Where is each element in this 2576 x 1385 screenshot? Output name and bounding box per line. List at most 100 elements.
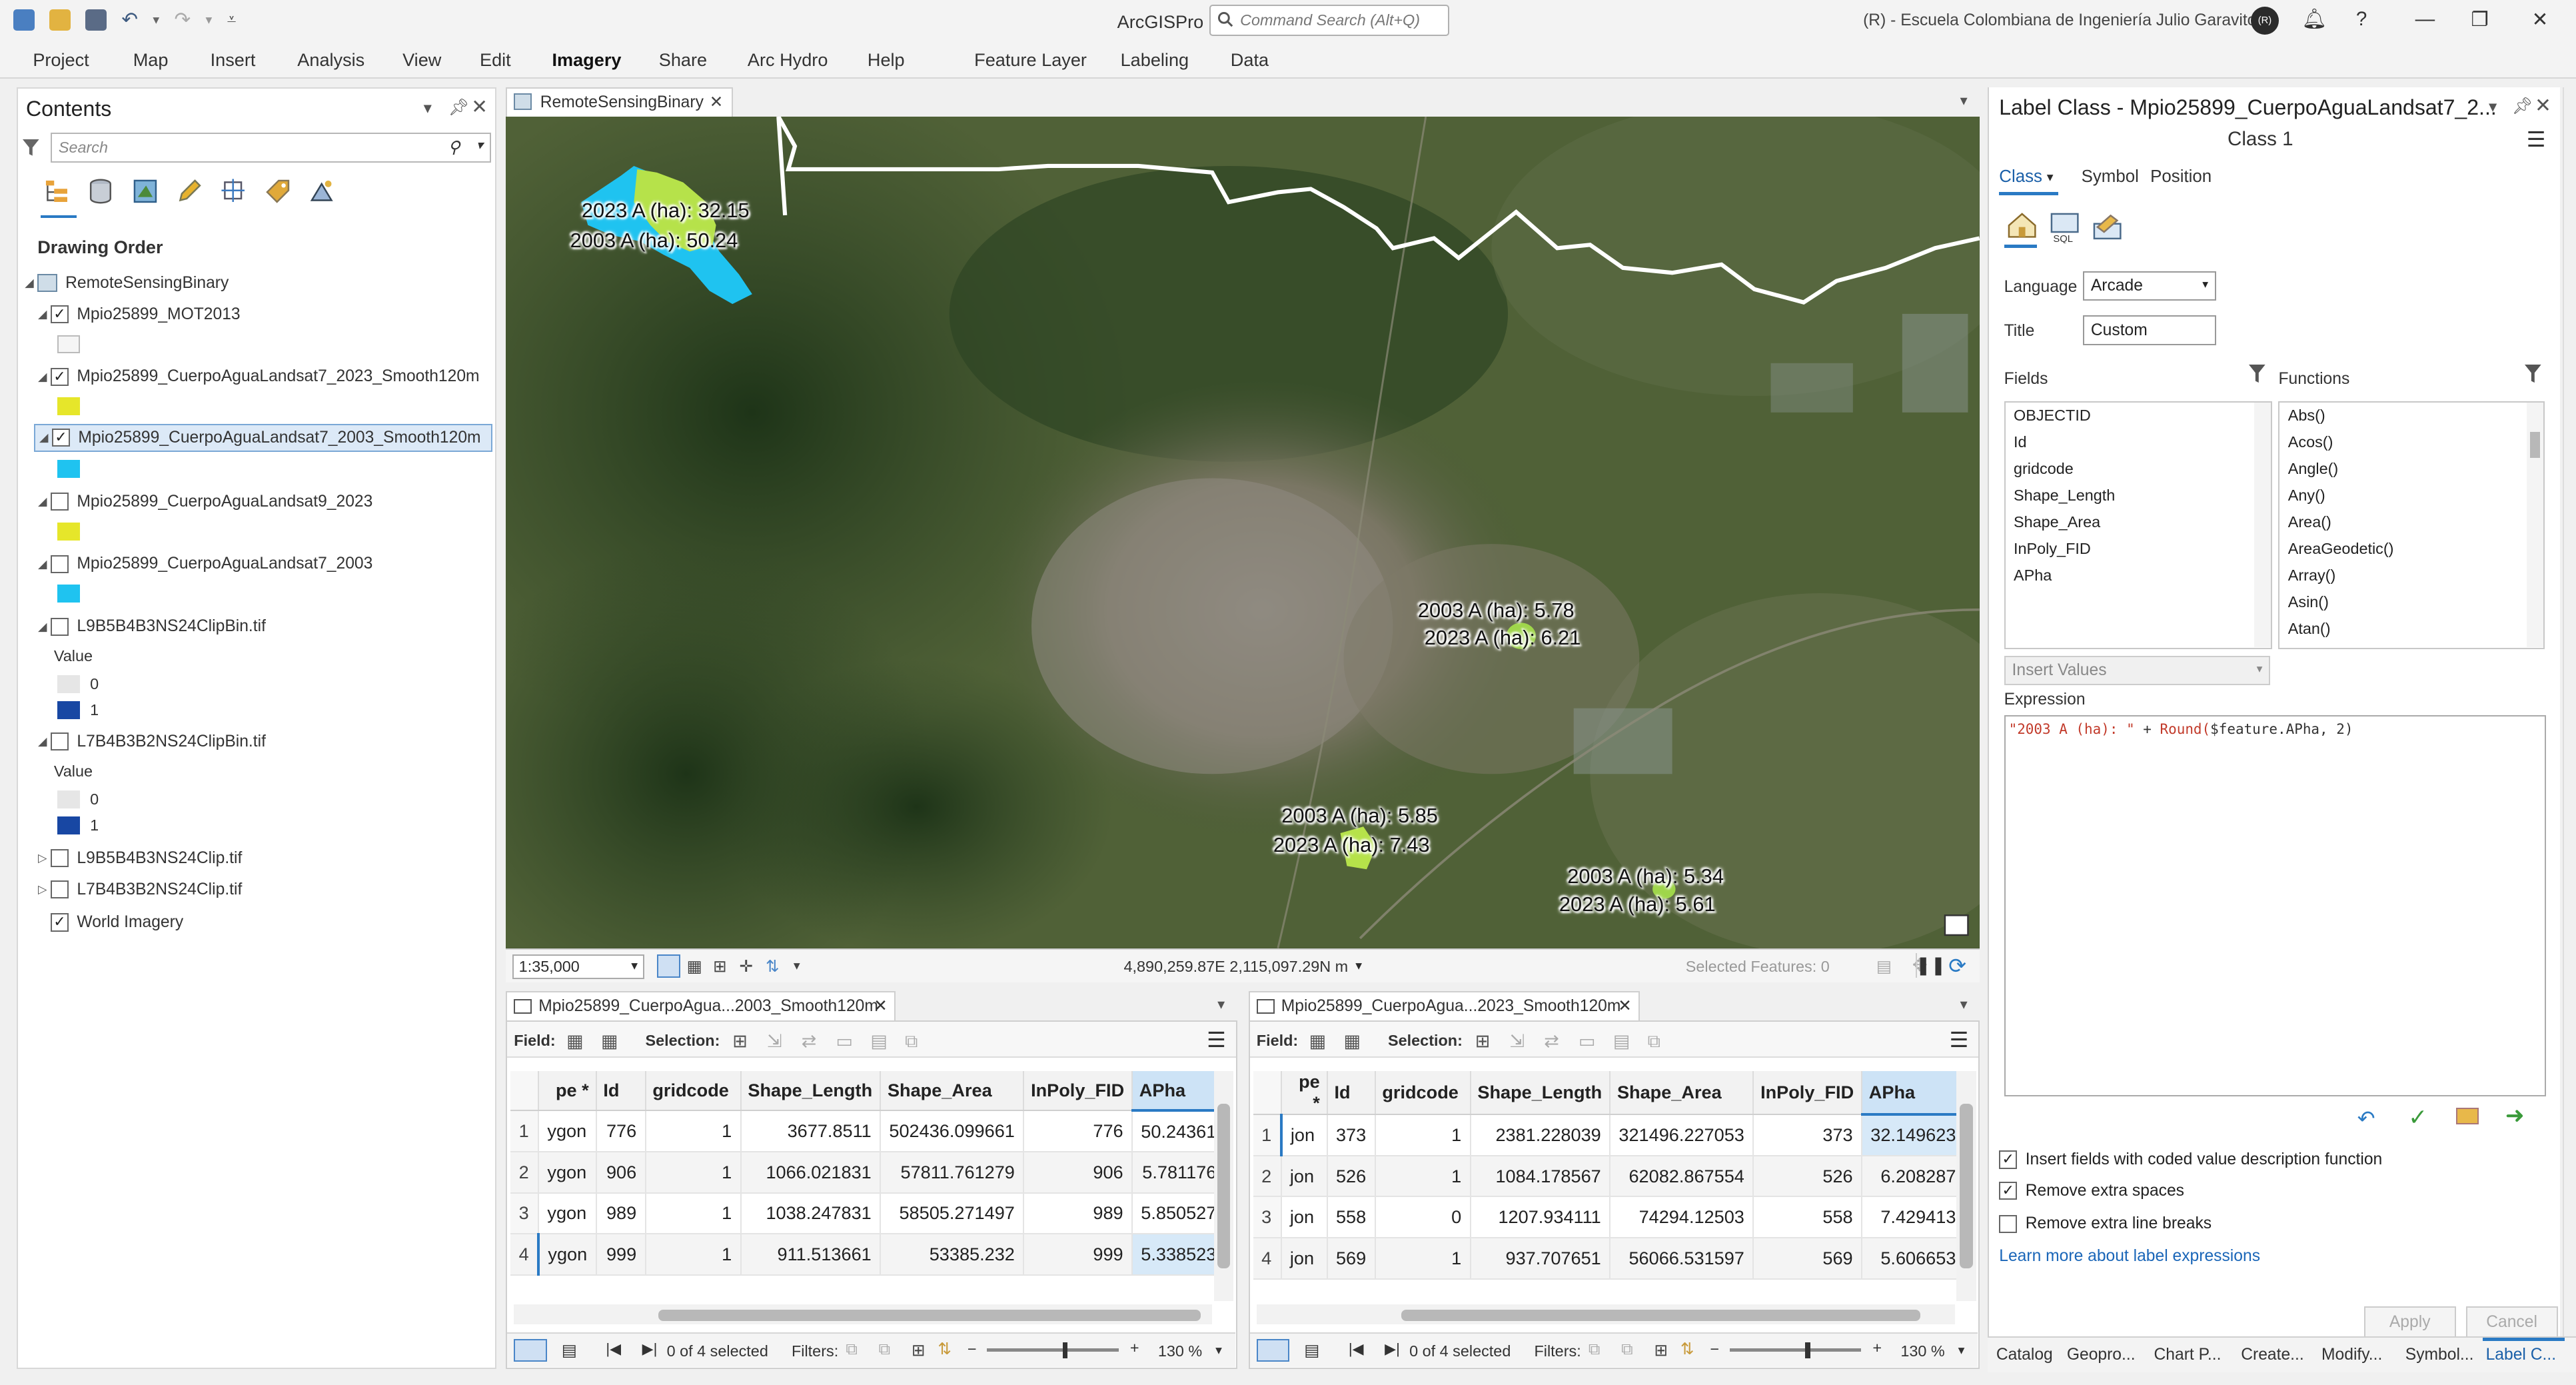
cell-gridcode[interactable]: 1: [645, 1151, 742, 1194]
scale-selector[interactable]: 1:35,000 ▾: [512, 954, 644, 980]
table-menu-icon[interactable]: ☰: [1207, 1027, 1226, 1052]
expand-caret-icon[interactable]: ◢: [34, 734, 51, 748]
close-tab-icon[interactable]: ✕: [874, 996, 888, 1016]
scrollbar-thumb[interactable]: [1960, 1104, 1973, 1269]
layer-row[interactable]: ▷ L9B5B4B3NS24Clip.tif: [34, 844, 242, 872]
cell-inpoly-fid[interactable]: 776: [1023, 1110, 1133, 1152]
list-item-function[interactable]: Array(): [2279, 562, 2543, 589]
tab-modify-features[interactable]: Modify...: [2321, 1346, 2382, 1364]
list-by-drawing-order-icon[interactable]: [43, 177, 71, 205]
cell-gridcode[interactable]: 1: [645, 1110, 742, 1152]
undo-dropdown-icon[interactable]: ▾: [153, 12, 159, 28]
next-record-icon[interactable]: ▶|: [642, 1340, 658, 1358]
cell-id[interactable]: 526: [1327, 1155, 1376, 1198]
column-header-inpoly-fid[interactable]: InPoly_FID: [1753, 1071, 1862, 1116]
cell-gridcode[interactable]: 0: [1375, 1196, 1471, 1239]
scrollbar-thumb[interactable]: [1401, 1309, 1920, 1321]
tab-map[interactable]: Map: [133, 49, 169, 71]
cell-shape-area[interactable]: 74294.12503: [1610, 1196, 1754, 1239]
list-by-labeling-icon[interactable]: [264, 177, 292, 205]
row-number[interactable]: 4: [1253, 1238, 1282, 1280]
pane-options-icon[interactable]: ▾: [2489, 97, 2497, 117]
row-number[interactable]: 1: [1253, 1114, 1283, 1156]
cell-shape-length[interactable]: 937.707651: [1470, 1238, 1611, 1280]
tab-create-features[interactable]: Create...: [2241, 1346, 2304, 1364]
minimize-icon[interactable]: —: [2415, 8, 2435, 31]
close-tab-icon[interactable]: ✕: [1618, 996, 1632, 1016]
first-record-icon[interactable]: |◀: [1349, 1340, 1364, 1358]
pin-icon[interactable]: 📌︎: [448, 98, 469, 117]
fixed-zoom-icon[interactable]: [657, 954, 680, 978]
label-class-home-icon[interactable]: [2006, 211, 2038, 240]
tab-symbology[interactable]: Symbol...: [2405, 1346, 2474, 1364]
list-item-function[interactable]: Acos(): [2279, 429, 2543, 456]
layer-visibility-checkbox[interactable]: [50, 732, 69, 751]
layer-visibility-checkbox[interactable]: [50, 555, 69, 574]
tab-imagery[interactable]: Imagery: [552, 49, 621, 71]
sort-icon[interactable]: ⇅: [1680, 1339, 1694, 1359]
tab-label-class[interactable]: Label C...: [2486, 1346, 2556, 1364]
tab-edit[interactable]: Edit: [480, 49, 511, 71]
new-project-icon[interactable]: [13, 9, 35, 31]
symbol-swatch[interactable]: [57, 816, 81, 835]
column-header-shape-length[interactable]: Shape_Length: [740, 1071, 882, 1112]
list-item-function[interactable]: Abs(): [2279, 403, 2543, 429]
cell-apha[interactable]: 5.850527: [1131, 1192, 1226, 1235]
column-header-shape-area[interactable]: Shape_Area: [880, 1071, 1025, 1112]
map-canvas[interactable]: 2023 A (ha): 32.15 2003 A (ha): 50.24 20…: [506, 117, 1980, 948]
cell-id[interactable]: 999: [596, 1234, 646, 1276]
chevron-down-icon[interactable]: ▾: [794, 958, 800, 974]
list-item-function[interactable]: Any(): [2279, 482, 2543, 509]
table-row[interactable]: 2 jon 526 1 1084.178567 62082.867554 526…: [1253, 1155, 1966, 1198]
symbol-swatch[interactable]: [57, 790, 81, 808]
redo-icon[interactable]: ↷: [175, 8, 191, 31]
cell-shape-length[interactable]: 911.513661: [740, 1234, 882, 1276]
column-header-id[interactable]: Id: [596, 1071, 646, 1112]
language-select[interactable]: Arcade ▾: [2083, 271, 2216, 301]
layer-visibility-checkbox[interactable]: ✓: [51, 429, 71, 447]
cell-shape[interactable]: jon: [1281, 1155, 1328, 1198]
clear-selection-icon[interactable]: ▭: [1579, 1030, 1596, 1052]
tab-insert[interactable]: Insert: [211, 49, 256, 71]
vertical-scrollbar[interactable]: [2254, 402, 2271, 647]
cell-shape[interactable]: jon: [1281, 1238, 1328, 1280]
cell-apha[interactable]: 6.208287: [1861, 1155, 1966, 1198]
selected-features-count[interactable]: Selected Features: 0: [1686, 958, 1830, 976]
tab-project[interactable]: Project: [33, 49, 89, 71]
save-icon[interactable]: [85, 9, 107, 31]
list-item-function[interactable]: Angle(): [2279, 455, 2543, 482]
layer-row[interactable]: ▷ L7B4B3B2NS24Clip.tif: [34, 876, 242, 904]
sql-query-icon[interactable]: SQL: [2048, 211, 2081, 243]
insert-values-dropdown[interactable]: Insert Values ▾: [2004, 655, 2271, 686]
remove-spaces-checkbox-row[interactable]: ✓ Remove extra spaces: [1999, 1182, 2184, 1200]
pane-options-icon[interactable]: ▾: [424, 98, 432, 118]
column-header-inpoly-fid[interactable]: InPoly_FID: [1023, 1071, 1133, 1112]
customize-qat-icon[interactable]: ⩡: [227, 11, 237, 29]
sort-icon[interactable]: ⇅: [938, 1339, 952, 1359]
redo-dropdown-icon[interactable]: ▾: [205, 12, 212, 28]
cell-apha[interactable]: 50.24361: [1131, 1110, 1226, 1152]
chevron-down-icon[interactable]: ▾: [631, 958, 638, 974]
expand-caret-icon[interactable]: ◢: [35, 431, 52, 445]
expand-caret-icon[interactable]: ◢: [21, 276, 38, 290]
collapsed-caret-icon[interactable]: ▷: [34, 851, 51, 865]
menu-icon[interactable]: ☰: [2527, 127, 2546, 152]
delete-selection-icon[interactable]: ▤: [1613, 1030, 1630, 1052]
expand-caret-icon[interactable]: ◢: [34, 370, 51, 384]
layer-row-selected[interactable]: ◢ ✓ Mpio25899_CuerpoAguaLandsat7_2003_Sm…: [34, 423, 493, 452]
table-row[interactable]: 3 jon 558 0 1207.934111 74294.12503 558 …: [1253, 1196, 1966, 1239]
cell-inpoly-fid[interactable]: 373: [1753, 1114, 1862, 1156]
scrollbar-thumb[interactable]: [658, 1309, 1201, 1321]
layer-row[interactable]: ◢ Mpio25899_CuerpoAguaLandsat9_2023: [34, 488, 372, 516]
learn-more-link[interactable]: Learn more about label expressions: [1999, 1247, 2260, 1266]
cell-shape[interactable]: ygon: [538, 1192, 597, 1235]
navigation-icon[interactable]: ⇅: [766, 956, 780, 976]
user-avatar[interactable]: (R): [2251, 6, 2279, 35]
filter-icon[interactable]: ⧉: [846, 1340, 858, 1359]
subtab-class[interactable]: Class: [1999, 167, 2042, 187]
cell-shape[interactable]: jon: [1281, 1196, 1328, 1239]
select-by-attributes-icon[interactable]: ⊞: [1475, 1030, 1491, 1052]
cell-gridcode[interactable]: 1: [1375, 1238, 1471, 1280]
chevron-down-icon[interactable]: ▾: [2257, 662, 2263, 676]
cell-gridcode[interactable]: 1: [1375, 1114, 1471, 1156]
